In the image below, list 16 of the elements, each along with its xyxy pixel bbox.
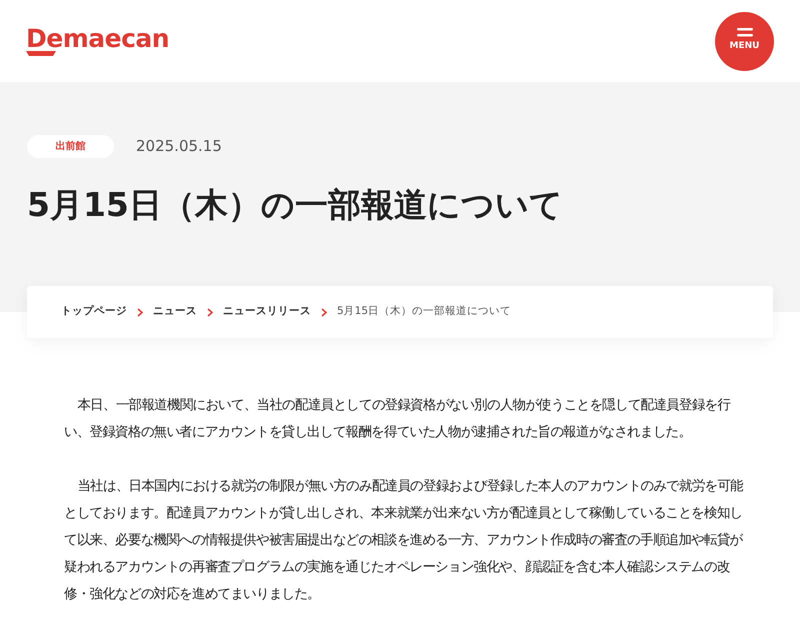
body-paragraph: 当社は、日本国内における就労の制限が無い方のみ配達員の登録および登録した本人のアカウントのみで就労を可能としております。配達員アカウントが貸し出しされ、本来就業が出来ない方が配達員として稼働していることを検知して以来、必要な機関への情報提供や被害届提出などの相談を進める一方、アカウント作成時の審査の手順追加や転貸が疑われるアカウントの再審査プログラムの実施を通じたオペレーション強化や、顔認証を含む本人確認システムの改修・強化などの対応を進めてまいりました。	[64, 478, 744, 604]
chevron-icon	[137, 308, 143, 316]
chevron-icon	[321, 308, 327, 316]
body-paragraph: 本日、一部報道機関において、当社の配達員としての登録資格がない別の人物が使うことを隠して配達員登録を行い、登録資格の無い者にアカウントを貸し出して報酬を得ていた人物が逮捕された旨の報道がなされました。	[64, 396, 732, 442]
logo-underline-icon	[26, 51, 56, 56]
menu-icon	[736, 28, 754, 38]
logo[interactable]: Demaecan	[26, 26, 170, 51]
breadcrumb-link[interactable]: トップページ	[61, 304, 127, 320]
article-title: 5月15日（木）の一部報道について	[27, 184, 564, 226]
breadcrumb-link[interactable]: ニュース	[153, 304, 197, 320]
menu-button[interactable]: MENU	[715, 12, 774, 70]
chevron-icon	[207, 308, 213, 316]
post-date: 2025.05.15	[136, 136, 222, 158]
breadcrumb-current: 5月15日（木）の一部報道について	[337, 304, 512, 320]
breadcrumb-link[interactable]: ニュースリリース	[223, 304, 311, 320]
category-tag: 出前館	[27, 135, 114, 158]
